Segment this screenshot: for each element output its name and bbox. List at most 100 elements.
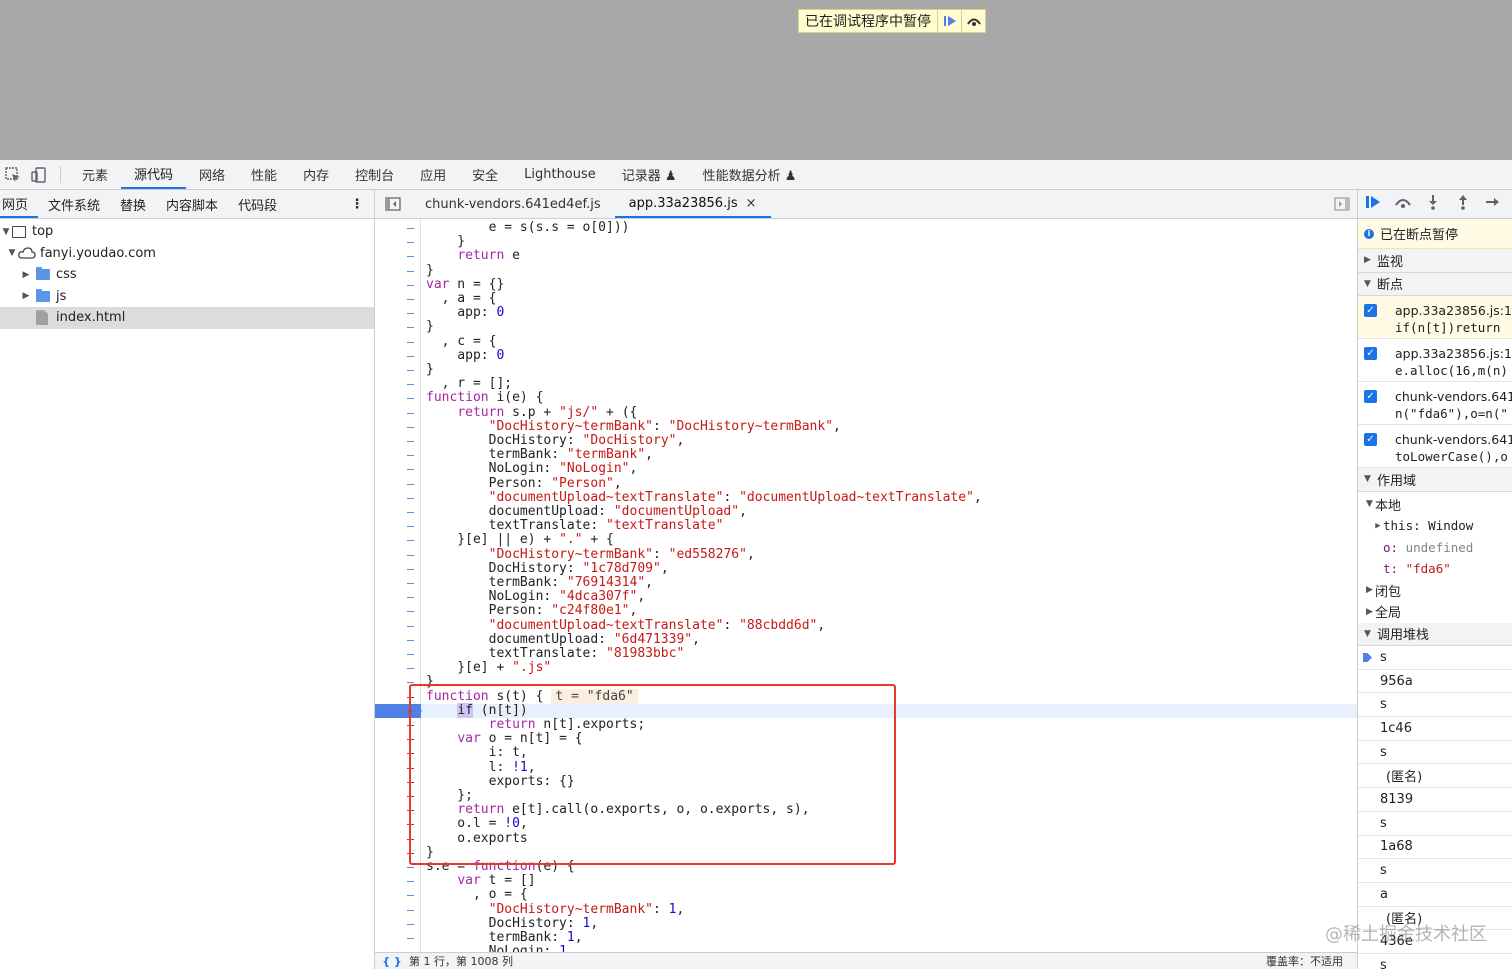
breakpoint-checkbox[interactable]: ✓ <box>1364 433 1377 446</box>
call-frame[interactable]: 1c46 <box>1358 717 1512 741</box>
code-line[interactable]: } <box>375 845 1357 860</box>
editor-tab-app[interactable]: app.33a23856.js × <box>614 190 771 218</box>
code-line[interactable]: function s(t) {t = "fda6" <box>375 688 1357 704</box>
breakpoint-marker[interactable] <box>407 597 414 599</box>
breakpoint-marker[interactable] <box>407 682 414 684</box>
code-line[interactable]: o.exports <box>375 831 1357 846</box>
breakpoint-marker[interactable] <box>407 909 414 911</box>
call-frame[interactable]: a <box>1358 883 1512 907</box>
breakpoint-marker[interactable] <box>407 228 414 229</box>
code-line[interactable]: return s.p + "js/" + ({ <box>375 405 1357 420</box>
tree-row-domain[interactable]: ▼ fanyi.youdao.com <box>0 243 374 265</box>
code-line[interactable]: termBank: "76914314", <box>375 575 1357 590</box>
code-line[interactable]: return e <box>375 249 1357 263</box>
code-line[interactable]: }; <box>375 788 1357 803</box>
breakpoint-marker[interactable] <box>407 938 414 939</box>
code-line[interactable]: documentUpload: "6d471339", <box>375 632 1357 647</box>
tree-row-top[interactable]: ▼ top <box>0 221 374 243</box>
call-frame[interactable]: s <box>1358 954 1512 969</box>
tab-memory[interactable]: 内存 <box>290 160 342 189</box>
toggle-navigator-icon[interactable] <box>375 190 411 218</box>
breakpoint-marker[interactable] <box>407 639 414 641</box>
code-line[interactable]: }[e] || e) + "." + { <box>375 533 1357 547</box>
breakpoint-checkbox[interactable]: ✓ <box>1364 304 1377 317</box>
section-breakpoints[interactable]: ▼ 断点 <box>1358 272 1512 296</box>
scope-closure[interactable]: ▶ 闭包 <box>1358 580 1512 602</box>
scope-var-o[interactable]: o: undefined <box>1358 537 1512 559</box>
breakpoint-marker[interactable] <box>407 426 414 428</box>
tree-row-js[interactable]: ▶ js <box>0 286 374 308</box>
breakpoint-marker[interactable] <box>407 341 414 343</box>
scope-global[interactable]: ▶ 全局 <box>1358 601 1512 623</box>
resume-icon[interactable] <box>1358 195 1388 213</box>
nav-tab-page[interactable]: 网页 <box>0 190 39 218</box>
code-area[interactable]: e = s(s.s = o[0])) } return e} var n = {}… <box>375 219 1357 952</box>
section-callstack[interactable]: ▼ 调用堆栈 <box>1358 622 1512 646</box>
nav-tab-filesystem[interactable]: 文件系统 <box>38 190 110 218</box>
step-out-icon[interactable] <box>1448 194 1478 214</box>
breakpoint-marker[interactable] <box>407 412 414 414</box>
call-frame[interactable]: s <box>1358 741 1512 765</box>
code-line[interactable]: , a = { <box>375 291 1357 306</box>
code-line[interactable]: } <box>375 320 1357 334</box>
breakpoint-marker[interactable] <box>407 455 414 457</box>
code-line[interactable]: textTranslate: "81983bbc" <box>375 646 1357 661</box>
call-frame[interactable]: (匿名) <box>1358 764 1512 789</box>
step-over-icon[interactable] <box>961 10 985 32</box>
code-line[interactable]: e = s(s.s = o[0])) <box>375 220 1357 235</box>
breakpoint-marker[interactable] <box>407 568 414 570</box>
breakpoint-item[interactable]: ✓ app.33a23856.js:1:1 if(n[t])return <box>1358 296 1512 339</box>
tree-row-index[interactable]: index.html <box>0 307 374 329</box>
breakpoint-marker[interactable] <box>407 852 414 854</box>
call-frame[interactable]: s <box>1358 859 1512 883</box>
breakpoint-marker[interactable] <box>407 796 414 797</box>
section-scope[interactable]: ▼ 作用域 <box>1358 468 1512 492</box>
tab-performance[interactable]: 性能 <box>238 160 290 189</box>
code-line[interactable]: NoLogin: 1, <box>375 945 1357 952</box>
breakpoint-marker[interactable] <box>407 668 414 670</box>
breakpoint-marker[interactable] <box>407 327 414 329</box>
code-line[interactable]: var t = [] <box>375 874 1357 888</box>
code-line-current[interactable]: if (n[t]) <box>375 702 1357 718</box>
code-line[interactable]: "documentUpload~textTranslate": "88cbdd6… <box>375 618 1357 633</box>
inspect-element-icon[interactable] <box>0 160 26 189</box>
breakpoint-marker[interactable] <box>407 512 414 513</box>
step-over-icon[interactable] <box>1388 195 1418 213</box>
breakpoint-marker[interactable] <box>407 497 414 499</box>
breakpoint-marker[interactable] <box>407 370 414 371</box>
call-frame[interactable]: s <box>1358 693 1512 718</box>
code-line[interactable]: termBank: "termBank", <box>375 448 1357 462</box>
tab-console[interactable]: 控制台 <box>342 160 407 189</box>
breakpoint-marker[interactable] <box>407 554 414 556</box>
code-line[interactable]: } <box>375 263 1357 278</box>
code-line[interactable]: l: !1, <box>375 760 1357 775</box>
code-line[interactable]: }[e] + ".js" <box>375 661 1357 675</box>
tree-row-css[interactable]: ▶ css <box>0 264 374 286</box>
resume-icon[interactable] <box>937 10 961 32</box>
breakpoint-marker[interactable] <box>407 867 414 868</box>
more-options-icon[interactable]: ⋮ <box>340 190 374 218</box>
code-line[interactable]: DocHistory: "DocHistory", <box>375 433 1357 448</box>
tab-sources[interactable]: 源代码 <box>121 160 187 189</box>
code-line[interactable]: Person: "c24f80e1", <box>375 604 1357 618</box>
tab-lighthouse[interactable]: Lighthouse <box>511 160 609 189</box>
breakpoint-marker[interactable] <box>407 654 414 655</box>
breakpoint-checkbox[interactable]: ✓ <box>1364 390 1377 403</box>
code-line[interactable]: } <box>375 235 1357 249</box>
code-line[interactable]: DocHistory: "1c78d709", <box>375 561 1357 576</box>
code-line[interactable]: i: t, <box>375 746 1357 760</box>
code-line[interactable]: return n[t].exports; <box>375 717 1357 732</box>
breakpoint-marker[interactable] <box>407 696 414 698</box>
breakpoint-marker[interactable] <box>407 725 414 726</box>
toggle-debugger-icon[interactable] <box>1327 190 1357 218</box>
code-line[interactable]: Person: "Person", <box>375 476 1357 491</box>
code-line[interactable]: var o = n[t] = { <box>375 732 1357 746</box>
breakpoint-marker[interactable] <box>407 256 414 258</box>
tab-elements[interactable]: 元素 <box>69 160 121 189</box>
code-line[interactable]: , c = { <box>375 334 1357 349</box>
breakpoint-marker[interactable] <box>407 923 414 925</box>
pretty-print-icon[interactable]: { } <box>375 955 409 968</box>
breakpoint-marker[interactable] <box>407 284 414 286</box>
code-line[interactable]: app: 0 <box>375 348 1357 363</box>
breakpoint-marker[interactable] <box>407 781 414 783</box>
